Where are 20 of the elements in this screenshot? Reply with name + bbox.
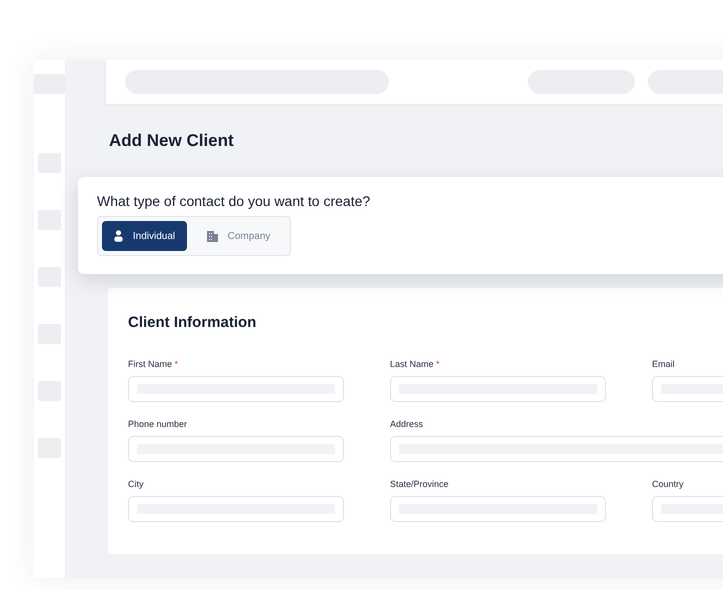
field-label: State/Province [390,479,449,489]
input-field[interactable] [128,436,344,462]
input-field[interactable] [128,496,344,522]
section-title: Client Information [128,314,258,331]
contact-type-option[interactable]: Company [191,221,286,251]
field-label: Address [390,419,424,429]
input-field[interactable] [128,376,344,402]
person-icon [114,230,123,242]
field-label: Email [652,359,675,369]
input-field[interactable] [390,376,606,402]
field-label: City [128,479,144,489]
contact-type-option[interactable]: Individual [102,221,187,251]
field-label: Last Name * [390,359,440,369]
field-label: First Name * [128,359,178,369]
field-label: Phone number [128,419,188,429]
page-title: Add New Client [109,131,234,151]
question-text: What type of contact do you want to create? [97,193,372,209]
input-field[interactable] [390,496,606,522]
field-label: Country [652,479,684,489]
building-icon [206,230,218,242]
